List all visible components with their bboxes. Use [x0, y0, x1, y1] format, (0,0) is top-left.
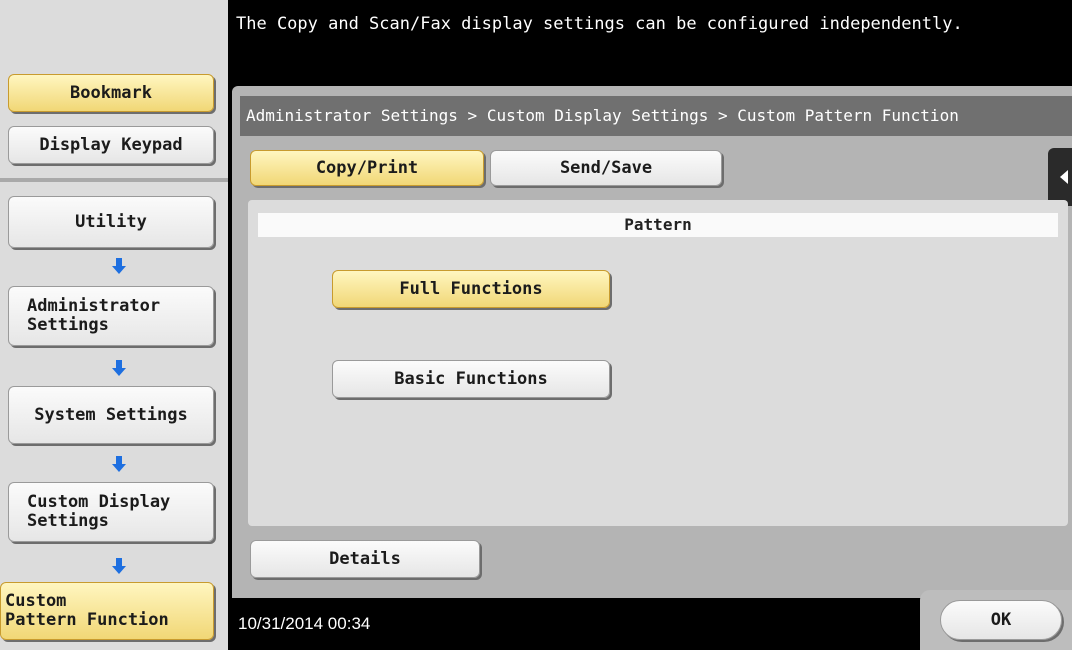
sidebar-divider — [0, 178, 228, 182]
nav-custom-pattern-function-button[interactable]: Custom Pattern Function — [0, 582, 214, 640]
bookmark-button[interactable]: Bookmark — [8, 74, 214, 112]
full-functions-option[interactable]: Full Functions — [332, 270, 610, 308]
pattern-heading: Pattern — [258, 213, 1058, 237]
down-arrow-icon — [112, 258, 126, 274]
ok-button[interactable]: OK — [940, 600, 1062, 640]
down-arrow-icon — [112, 558, 126, 574]
side-panel-tab[interactable] — [1048, 148, 1072, 206]
info-message: The Copy and Scan/Fax display settings c… — [232, 0, 1072, 86]
basic-functions-option[interactable]: Basic Functions — [332, 360, 610, 398]
breadcrumb: Administrator Settings > Custom Display … — [240, 96, 1072, 136]
down-arrow-icon — [112, 456, 126, 472]
nav-utility-button[interactable]: Utility — [8, 196, 214, 248]
nav-system-settings-button[interactable]: System Settings — [8, 386, 214, 444]
tab-copy-print[interactable]: Copy/Print — [250, 150, 484, 186]
display-keypad-button[interactable]: Display Keypad — [8, 126, 214, 164]
nav-custom-display-settings-button[interactable]: Custom Display Settings — [8, 482, 214, 542]
triangle-left-icon — [1060, 170, 1068, 184]
details-button[interactable]: Details — [250, 540, 480, 578]
date-time: 10/31/2014 00:34 — [238, 614, 371, 633]
down-arrow-icon — [112, 360, 126, 376]
tab-send-save[interactable]: Send/Save — [490, 150, 722, 186]
nav-administrator-settings-button[interactable]: Administrator Settings — [8, 286, 214, 346]
